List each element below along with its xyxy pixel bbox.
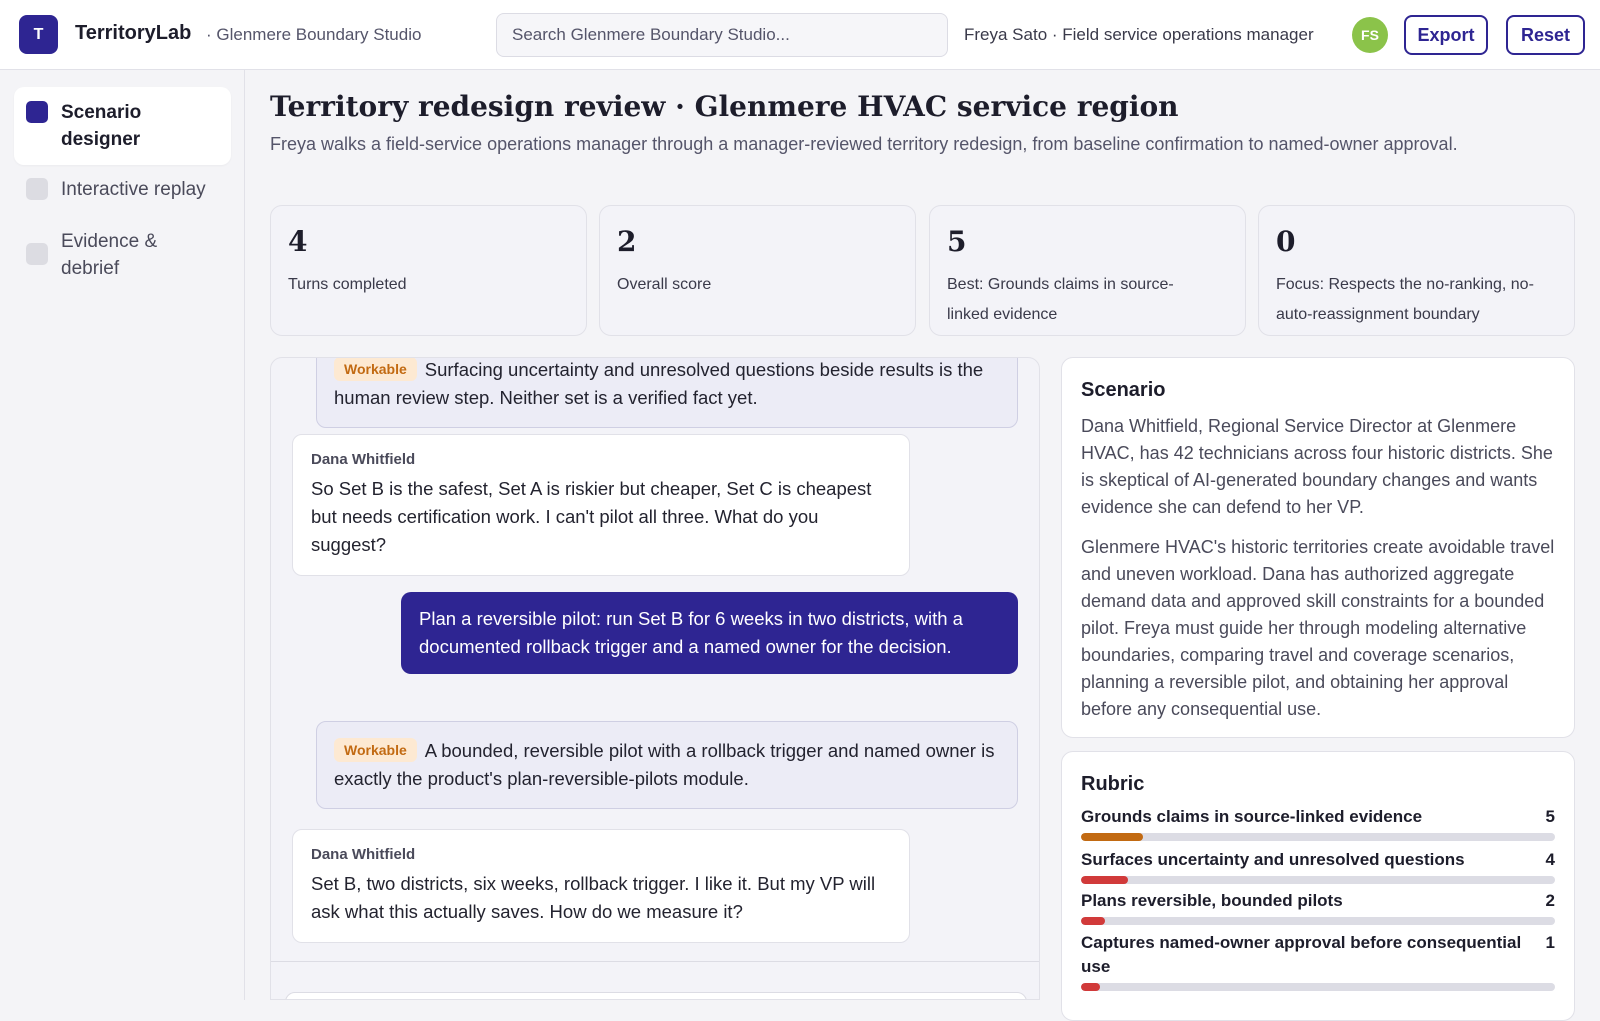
rubric-criterion: Plans reversible, bounded pilots — [1081, 891, 1343, 910]
stat-card-focus: 0 Focus: Respects the no-ranking, no-aut… — [1258, 205, 1575, 336]
user-label: Freya Sato · Field service operations ma… — [964, 25, 1314, 44]
square-icon — [26, 243, 48, 265]
stat-label: Focus: Respects the no-ranking, no-auto-… — [1276, 276, 1534, 323]
rubric-row: Grounds claims in source-linked evidence… — [1081, 805, 1555, 841]
page-title: Territory redesign review · Glenmere HVA… — [270, 90, 1179, 123]
rubric-row: Captures named-owner approval before con… — [1081, 931, 1555, 991]
rubric-score: 1 — [1545, 933, 1555, 952]
sidebar-item-label: Interactive replay — [61, 179, 206, 200]
message-text: Plan a reversible pilot: run Set B for 6… — [419, 608, 963, 657]
stat-card-turns: 4 Turns completed — [270, 205, 587, 336]
chat-transcript[interactable]: Workable Surfacing uncertainty and unreso… — [270, 357, 1040, 1000]
reset-button[interactable]: Reset — [1506, 15, 1585, 55]
sidebar-item-scenario-designer[interactable]: Scenario designer — [14, 87, 231, 165]
stat-value: 0 — [1276, 225, 1296, 258]
stat-card-best: 5 Best: Grounds claims in source-linked … — [929, 205, 1246, 336]
stat-label: Best: Grounds claims in source-linked ev… — [947, 276, 1174, 323]
composer-input[interactable] — [285, 992, 1027, 999]
rubric-progress-track — [1081, 833, 1555, 841]
rubric-criterion: Surfaces uncertainty and unresolved ques… — [1081, 850, 1465, 869]
peer-message: Dana Whitfield Set B, two districts, six… — [292, 829, 910, 943]
sidebar-item-evidence-debrief[interactable]: Evidence & debrief — [14, 216, 231, 294]
verdict-badge: Workable — [334, 358, 417, 381]
rubric-score: 4 — [1545, 850, 1555, 869]
message-author: Dana Whitfield — [311, 451, 416, 468]
rubric-score: 5 — [1545, 807, 1555, 826]
evaluation-message: Workable Surfacing uncertainty and unreso… — [316, 358, 1018, 428]
stat-value: 5 — [947, 225, 967, 258]
stat-label: Turns completed — [288, 276, 407, 293]
scenario-paragraph: Glenmere HVAC's historic territories cre… — [1081, 537, 1555, 719]
sidebar-item-label: Scenario designer — [61, 102, 142, 150]
stat-value: 2 — [617, 225, 637, 258]
app-logo[interactable]: T — [19, 15, 58, 54]
stat-value: 4 — [288, 225, 308, 258]
stat-label: Overall score — [617, 276, 712, 293]
user-message: Plan a reversible pilot: run Set B for 6… — [401, 592, 1018, 674]
rubric-row: Surfaces uncertainty and unresolved ques… — [1081, 848, 1555, 884]
evaluation-message: Workable A bounded, reversible pilot with… — [316, 721, 1018, 809]
rubric-title: Rubric — [1081, 773, 1145, 795]
rubric-progress-fill — [1081, 876, 1129, 884]
scenario-card: Scenario Dana Whitfield, Regional Servic… — [1061, 357, 1575, 738]
square-icon — [26, 178, 48, 200]
rubric-progress-track — [1081, 876, 1555, 884]
message-text: So Set B is the safest, Set A is riskier… — [311, 478, 872, 555]
top-bar: T TerritoryLab · Glenmere Boundary Studi… — [0, 0, 1600, 70]
rubric-progress-fill — [1081, 983, 1100, 991]
message-text: Set B, two districts, six weeks, rollbac… — [311, 873, 876, 922]
avatar[interactable]: FS — [1352, 17, 1388, 53]
message-text: A bounded, reversible pilot with a rollb… — [334, 740, 995, 789]
rubric-progress-fill — [1081, 917, 1105, 925]
rubric-criterion: Captures named-owner approval before con… — [1081, 933, 1522, 976]
message-text: Surfacing uncertainty and unresolved que… — [334, 359, 984, 408]
rubric-progress-track — [1081, 983, 1555, 991]
search-input[interactable] — [496, 13, 948, 57]
studio-name: · Glenmere Boundary Studio — [206, 25, 422, 44]
verdict-badge: Workable — [334, 738, 417, 762]
export-button[interactable]: Export — [1404, 15, 1488, 55]
square-icon — [26, 101, 48, 123]
scenario-title: Scenario — [1081, 379, 1166, 401]
rubric-score: 2 — [1545, 891, 1555, 910]
message-author: Dana Whitfield — [311, 846, 416, 863]
app-name: TerritoryLab — [75, 22, 192, 44]
rubric-criterion: Grounds claims in source-linked evidence — [1081, 807, 1423, 826]
sidebar-item-label: Evidence & debrief — [61, 231, 158, 279]
page-subtitle: Freya walks a field-service operations m… — [270, 134, 1458, 154]
rubric-row: Plans reversible, bounded pilots 2 — [1081, 889, 1555, 925]
rubric-progress-track — [1081, 917, 1555, 925]
peer-message: Dana Whitfield So Set B is the safest, S… — [292, 434, 910, 576]
composer-divider — [271, 961, 1039, 962]
rubric-progress-fill — [1081, 833, 1143, 841]
stat-card-overall-score: 2 Overall score — [599, 205, 916, 336]
sidebar-item-interactive-replay[interactable]: Interactive replay — [14, 164, 231, 215]
rubric-card: Rubric Grounds claims in source-linked e… — [1061, 751, 1575, 1021]
scenario-paragraph: Dana Whitfield, Regional Service Directo… — [1081, 416, 1553, 517]
sidebar: Scenario designer Interactive replay Evi… — [0, 70, 245, 1000]
